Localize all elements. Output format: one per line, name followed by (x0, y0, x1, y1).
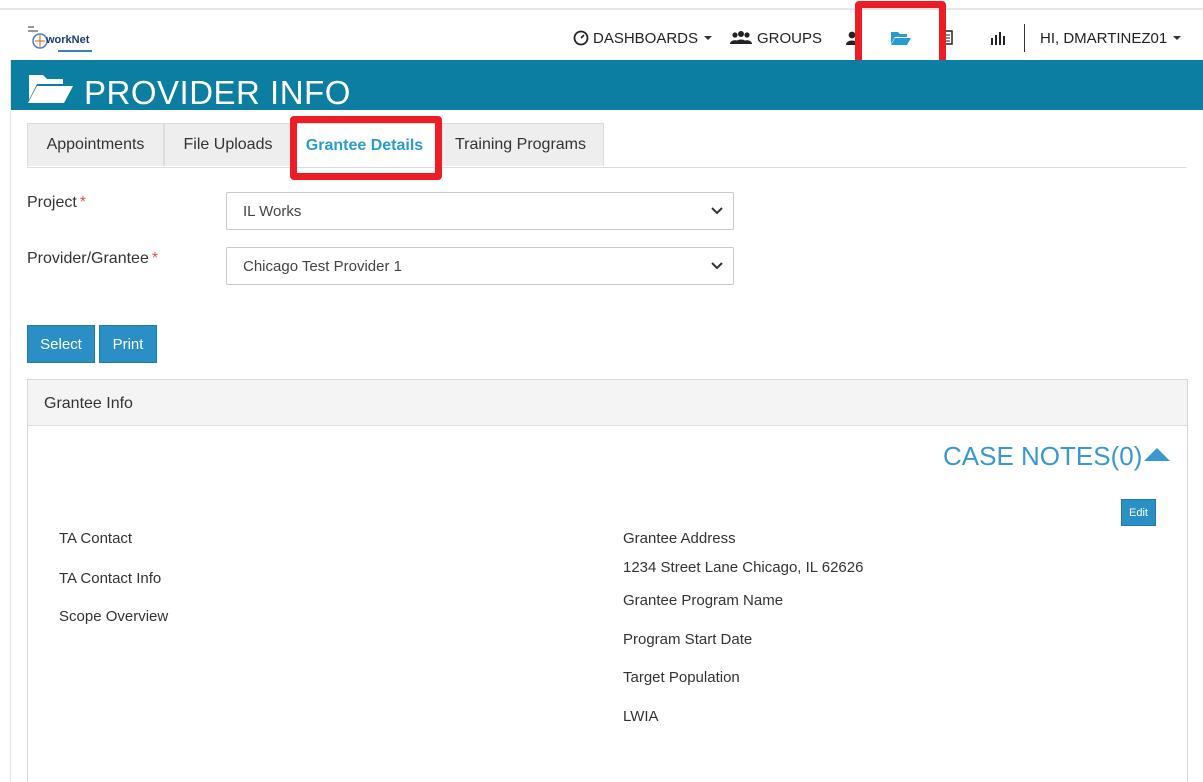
tab-training-programs[interactable]: Training Programs (437, 123, 604, 166)
project-select[interactable]: IL Works (226, 192, 734, 230)
project-label: Project * (27, 194, 87, 211)
chevron-down-icon (704, 36, 713, 40)
grantee-address-label: Grantee Address (623, 530, 736, 547)
nav-profile[interactable] (846, 22, 858, 54)
chevron-down-icon (1173, 36, 1182, 40)
tab-label: File Uploads (183, 136, 273, 153)
tab-label: Grantee Details (305, 136, 424, 154)
provider-select[interactable]: Chicago Test Provider 1 (226, 247, 734, 285)
nav-groups-label: GROUPS (757, 29, 823, 47)
grantee-program-name-label: Grantee Program Name (623, 592, 784, 609)
required-marker: * (79, 194, 87, 211)
bar-chart-icon (991, 32, 1005, 45)
chevron-down-icon (711, 262, 723, 270)
top-divider (0, 8, 1203, 10)
illinois-worknet-logo[interactable]: workNet (28, 22, 100, 56)
program-start-date-label: Program Start Date (623, 631, 753, 648)
target-population-label: Target Population (623, 669, 740, 686)
folder-open-icon (891, 32, 911, 45)
logo-text: workNet (46, 34, 90, 46)
lwia-label: LWIA (623, 708, 659, 725)
nav-dashboards-label: DASHBOARDS (593, 29, 699, 47)
print-button[interactable]: Print (99, 325, 157, 363)
left-border (10, 60, 11, 782)
provider-select-value: Chicago Test Provider 1 (243, 257, 402, 275)
select-button[interactable]: Select (27, 325, 95, 363)
tab-file-uploads[interactable]: File Uploads (164, 123, 292, 166)
required-marker: * (151, 250, 159, 267)
nav-groups[interactable]: GROUPS (729, 22, 822, 54)
caret-up-icon (1144, 448, 1171, 461)
tab-label: Appointments (46, 136, 145, 153)
nav-reports[interactable] (943, 22, 953, 54)
case-notes-toggle[interactable]: CASE NOTES(0) (943, 441, 1171, 472)
tab-label: Training Programs (454, 136, 586, 153)
case-notes-label: CASE NOTES(0) (943, 441, 1143, 471)
ta-contact-info-label: TA Contact Info (59, 570, 162, 587)
chevron-down-icon (711, 207, 723, 215)
panel-header: Grantee Info (28, 380, 1187, 426)
groups-icon (730, 31, 752, 44)
document-icon (943, 30, 953, 45)
panel-title: Grantee Info (44, 395, 133, 412)
nav-divider (1024, 24, 1025, 52)
tab-bar: Appointments File Uploads Grantee Detail… (27, 123, 1187, 168)
grantee-info-panel: Grantee Info (27, 379, 1188, 782)
nav-dashboards[interactable]: DASHBOARDS (573, 22, 713, 54)
dashboard-gauge-icon (573, 30, 589, 46)
folder-open-icon (28, 75, 73, 103)
user-greeting: HI, DMARTINEZ01 (1040, 29, 1168, 47)
scope-overview-label: Scope Overview (59, 608, 169, 625)
nav-analytics[interactable] (990, 22, 1006, 54)
nav-user-menu[interactable]: HI, DMARTINEZ01 (1040, 22, 1182, 54)
tab-appointments[interactable]: Appointments (27, 123, 164, 166)
provider-label: Provider/Grantee * (27, 250, 159, 267)
edit-button[interactable]: Edit (1121, 499, 1156, 526)
nav-provider-info[interactable] (890, 22, 912, 54)
grantee-address-value: 1234 Street Lane Chicago, IL 62626 (623, 559, 864, 576)
page-title-bar: PROVIDER INFO (11, 60, 1203, 110)
ta-contact-label: TA Contact (59, 530, 133, 547)
page-title: PROVIDER INFO (84, 74, 351, 111)
tab-grantee-details[interactable]: Grantee Details (292, 123, 437, 167)
user-icon (846, 31, 858, 45)
project-select-value: IL Works (243, 202, 302, 220)
